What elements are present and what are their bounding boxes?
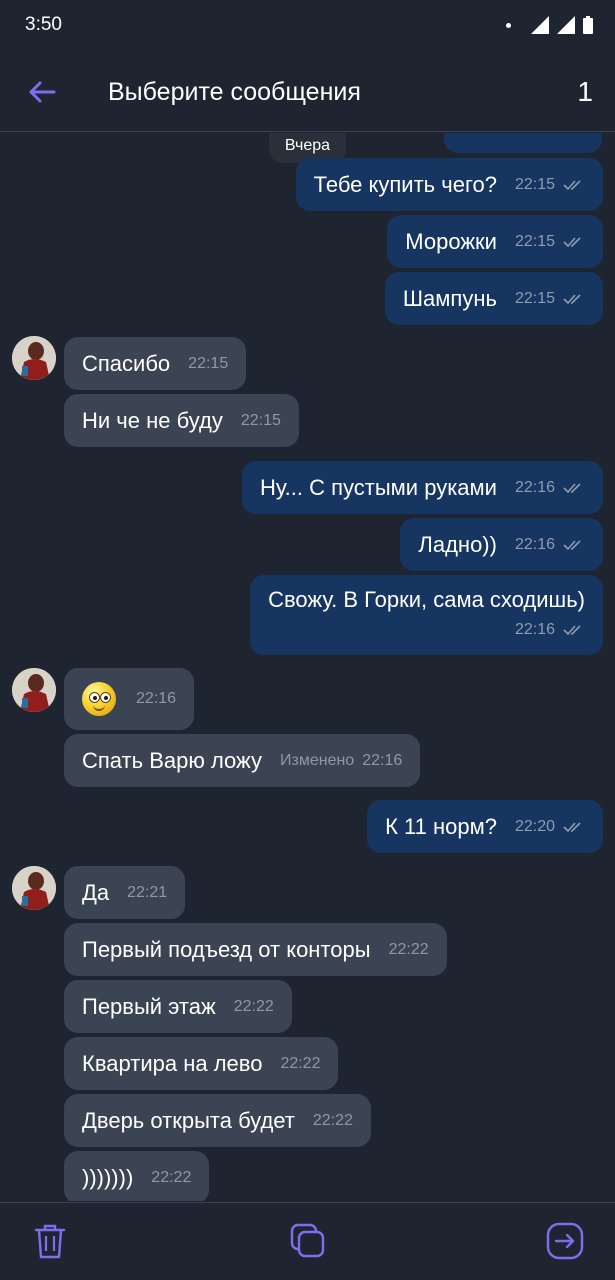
message-time: 22:15 — [514, 289, 555, 307]
message-time: 22:15 — [514, 175, 555, 193]
message-text: Да — [82, 879, 110, 905]
message-meta: Изменено 22:16 — [280, 748, 402, 774]
message-text: Тебе купить чего? — [313, 171, 497, 197]
forward-icon[interactable] — [545, 1221, 585, 1261]
smiley-emoji-icon — [82, 682, 116, 716]
selected-count: 1 — [577, 76, 593, 107]
message-bubble-outgoing[interactable]: Тебе купить чего? 22:15 — [295, 158, 603, 211]
selection-action-bar — [0, 1202, 615, 1280]
message-bubble-outgoing[interactable]: Ладно)) 22:16 — [400, 518, 603, 571]
message-meta: 22:15 — [241, 408, 281, 434]
message-meta: 22:15 — [188, 351, 228, 377]
message-meta: 22:16 — [515, 617, 585, 643]
message-text: Спасибо — [82, 350, 171, 376]
message-bubble-outgoing[interactable]: Свожу. В Горки, сама сходишь) 22:16 — [250, 575, 603, 655]
message-meta: 22:22 — [280, 1051, 320, 1077]
message-meta: 22:16 — [515, 475, 585, 501]
message-bubble-incoming[interactable]: Спать Варю ложу Изменено 22:16 — [64, 734, 421, 787]
copy-icon[interactable] — [288, 1221, 328, 1261]
edited-label: Изменено — [280, 751, 355, 769]
message-bubble-incoming[interactable]: Спасибо 22:15 — [64, 337, 247, 390]
message-text: ))))))) — [82, 1164, 134, 1190]
message-time: 22:22 — [233, 997, 274, 1015]
message-bubble-outgoing[interactable]: К 11 норм? 22:20 — [367, 800, 603, 853]
message-meta: 22:21 — [127, 880, 167, 906]
message-text: Первый подъезд от конторы — [82, 936, 371, 962]
message-bubble-outgoing[interactable]: Ну... С пустыми руками 22:16 — [241, 461, 603, 514]
battery-icon — [583, 16, 593, 34]
message-time: 22:16 — [136, 690, 177, 707]
message-time: 22:21 — [127, 883, 168, 901]
message-bubble-incoming[interactable]: Квартира на лево 22:22 — [64, 1037, 339, 1090]
message-text: Морожки — [405, 228, 497, 254]
trash-icon[interactable] — [30, 1221, 70, 1261]
notification-dot-icon — [506, 22, 511, 28]
message-time: 22:22 — [312, 1111, 353, 1129]
message-list[interactable]: Вчера Тебе купить чего? 22:15 Морожки 22… — [0, 133, 615, 1201]
message-time: 22:15 — [188, 354, 229, 372]
selection-app-bar: Выберите сообщения 1 — [0, 52, 615, 132]
message-meta: 22:20 — [515, 814, 585, 840]
message-meta: 22:15 — [515, 286, 585, 312]
message-bubble-incoming[interactable]: ))))))) 22:22 — [64, 1151, 210, 1201]
message-text: Шампунь — [402, 285, 497, 311]
message-meta: 22:15 — [515, 229, 585, 255]
contact-avatar[interactable] — [12, 866, 56, 910]
message-text: К 11 норм? — [385, 813, 497, 839]
message-text: Дверь открыта будет — [82, 1107, 295, 1133]
signal-icon-2 — [557, 16, 575, 34]
message-bubble-outgoing[interactable]: Шампунь 22:15 — [384, 272, 603, 325]
status-time: 3:50 — [25, 14, 62, 35]
message-time: 22:20 — [514, 817, 555, 835]
message-text: Спать Варю ложу — [82, 747, 262, 773]
message-time: 22:15 — [514, 232, 555, 250]
read-ticks-icon — [563, 821, 581, 832]
message-time: 22:22 — [151, 1168, 192, 1186]
message-time: 22:15 — [240, 411, 281, 429]
avatar-photo — [12, 336, 56, 380]
message-bubble-incoming[interactable]: Да 22:21 — [64, 866, 186, 919]
contact-avatar[interactable] — [12, 668, 56, 712]
avatar-photo — [12, 866, 56, 910]
message-time: 22:16 — [514, 478, 555, 496]
status-icons — [506, 16, 593, 34]
read-ticks-icon — [563, 236, 581, 247]
message-bubble-incoming[interactable]: 22:16 — [64, 668, 195, 730]
message-meta: 22:22 — [234, 994, 274, 1020]
message-time: 22:22 — [388, 940, 429, 958]
read-ticks-icon — [563, 179, 581, 190]
message-text: Ладно)) — [418, 531, 497, 557]
signal-icon — [531, 16, 549, 34]
message-time: 22:16 — [514, 535, 555, 553]
message-bubble-incoming[interactable]: Ни че не буду 22:15 — [64, 394, 299, 447]
avatar-photo — [12, 668, 56, 712]
back-arrow-icon[interactable] — [26, 76, 58, 108]
message-text: Квартира на лево — [82, 1050, 263, 1076]
message-meta: 22:22 — [389, 937, 429, 963]
message-meta: 22:16 — [136, 686, 176, 712]
page-title: Выберите сообщения — [108, 78, 361, 106]
message-bubble-partial[interactable] — [444, 133, 602, 153]
message-time: 22:16 — [514, 621, 555, 638]
read-ticks-icon — [563, 539, 581, 550]
message-text: Свожу. В Горки, сама сходишь) — [268, 587, 585, 612]
contact-avatar[interactable] — [12, 336, 56, 380]
message-meta: 22:16 — [515, 532, 585, 558]
read-ticks-icon — [563, 625, 581, 636]
message-text: Ни че не буду — [82, 407, 223, 433]
message-bubble-outgoing[interactable]: Морожки 22:15 — [387, 215, 603, 268]
status-bar: 3:50 — [0, 0, 615, 52]
message-bubble-incoming[interactable]: Дверь открыта будет 22:22 — [64, 1094, 371, 1147]
read-ticks-icon — [563, 482, 581, 493]
message-time: 22:22 — [280, 1054, 321, 1072]
read-ticks-icon — [563, 293, 581, 304]
message-meta: 22:22 — [151, 1165, 191, 1191]
message-text: Первый этаж — [82, 993, 216, 1019]
message-meta: 22:15 — [515, 172, 585, 198]
message-bubble-incoming[interactable]: Первый подъезд от конторы 22:22 — [64, 923, 447, 976]
message-meta: 22:22 — [313, 1108, 353, 1134]
message-text: Ну... С пустыми руками — [259, 474, 497, 500]
message-bubble-incoming[interactable]: Первый этаж 22:22 — [64, 980, 292, 1033]
message-time: 22:16 — [362, 751, 403, 769]
